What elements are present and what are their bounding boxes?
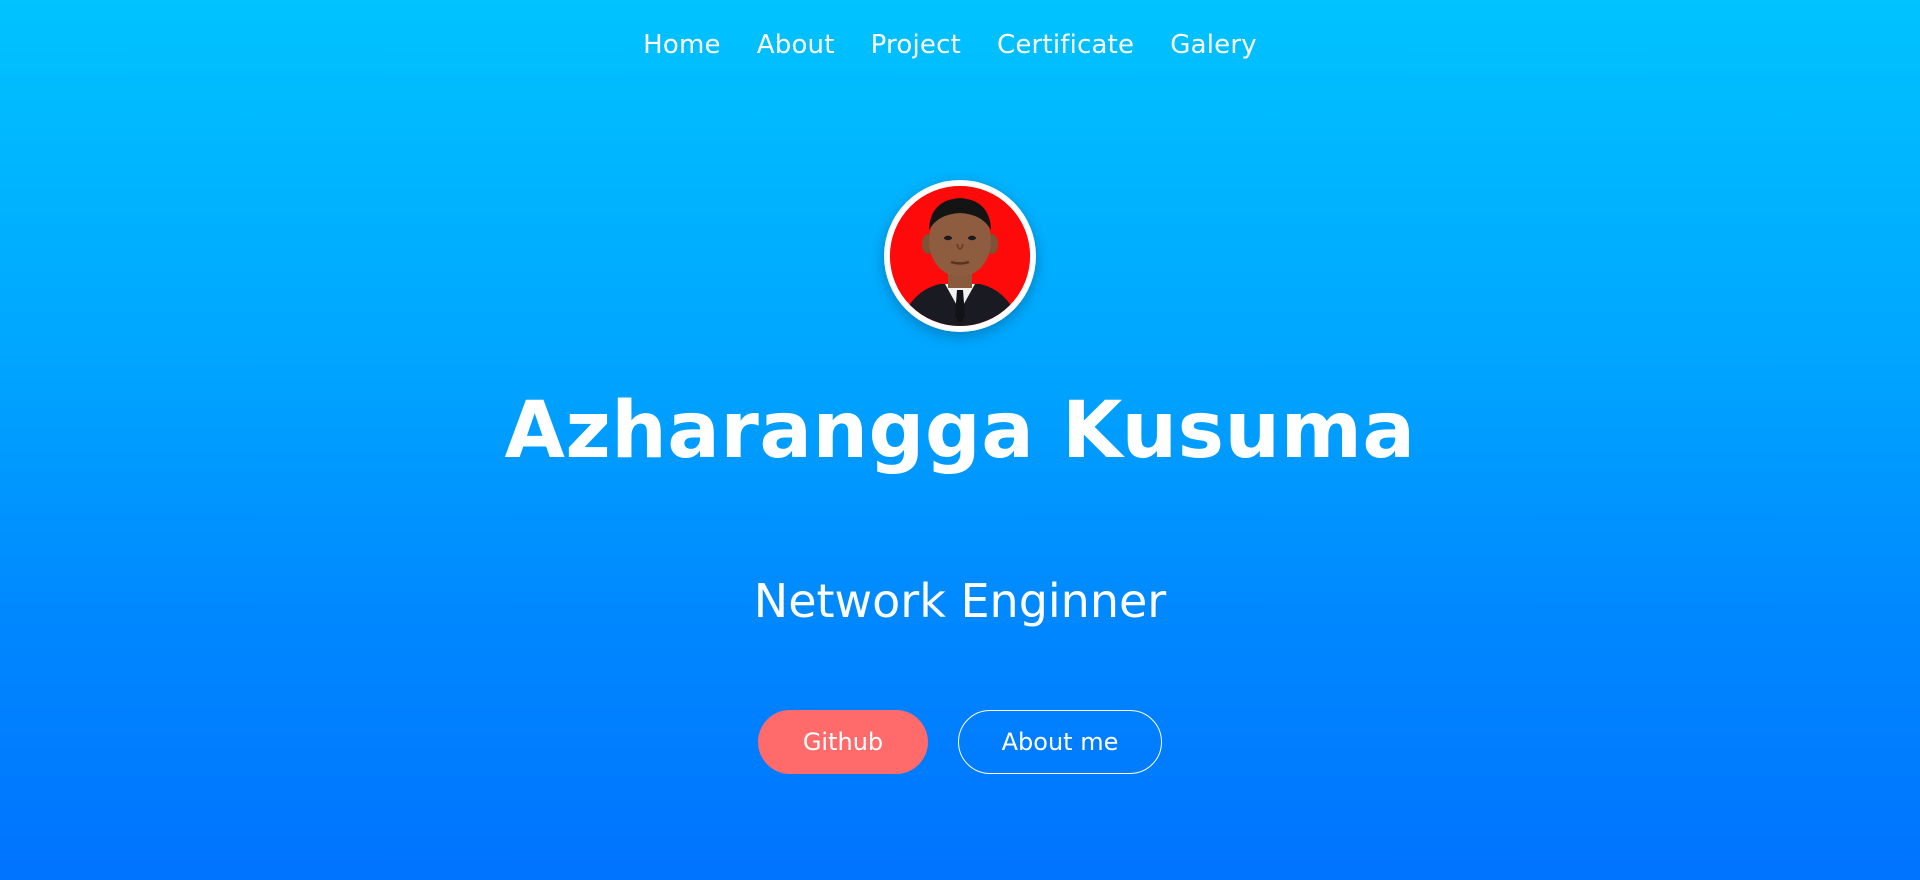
nav-item-about[interactable]: About xyxy=(757,30,835,60)
nav-item-certificate[interactable]: Certificate xyxy=(997,30,1134,60)
page-title: Azharangga Kusuma xyxy=(504,386,1416,476)
nav-item-home[interactable]: Home xyxy=(643,30,721,60)
nav-item-project[interactable]: Project xyxy=(871,30,961,60)
job-title: Network Enginner xyxy=(753,574,1167,629)
hero-actions: Github About me xyxy=(758,710,1162,775)
hero-section: Azharangga Kusuma Network Enginner Githu… xyxy=(0,180,1920,775)
profile-photo-icon xyxy=(890,186,1030,326)
about-me-button[interactable]: About me xyxy=(958,710,1162,775)
avatar xyxy=(884,180,1036,332)
main-nav: Home About Project Certificate Galery xyxy=(0,30,1920,60)
github-button[interactable]: Github xyxy=(758,710,928,775)
nav-item-galery[interactable]: Galery xyxy=(1170,30,1257,60)
